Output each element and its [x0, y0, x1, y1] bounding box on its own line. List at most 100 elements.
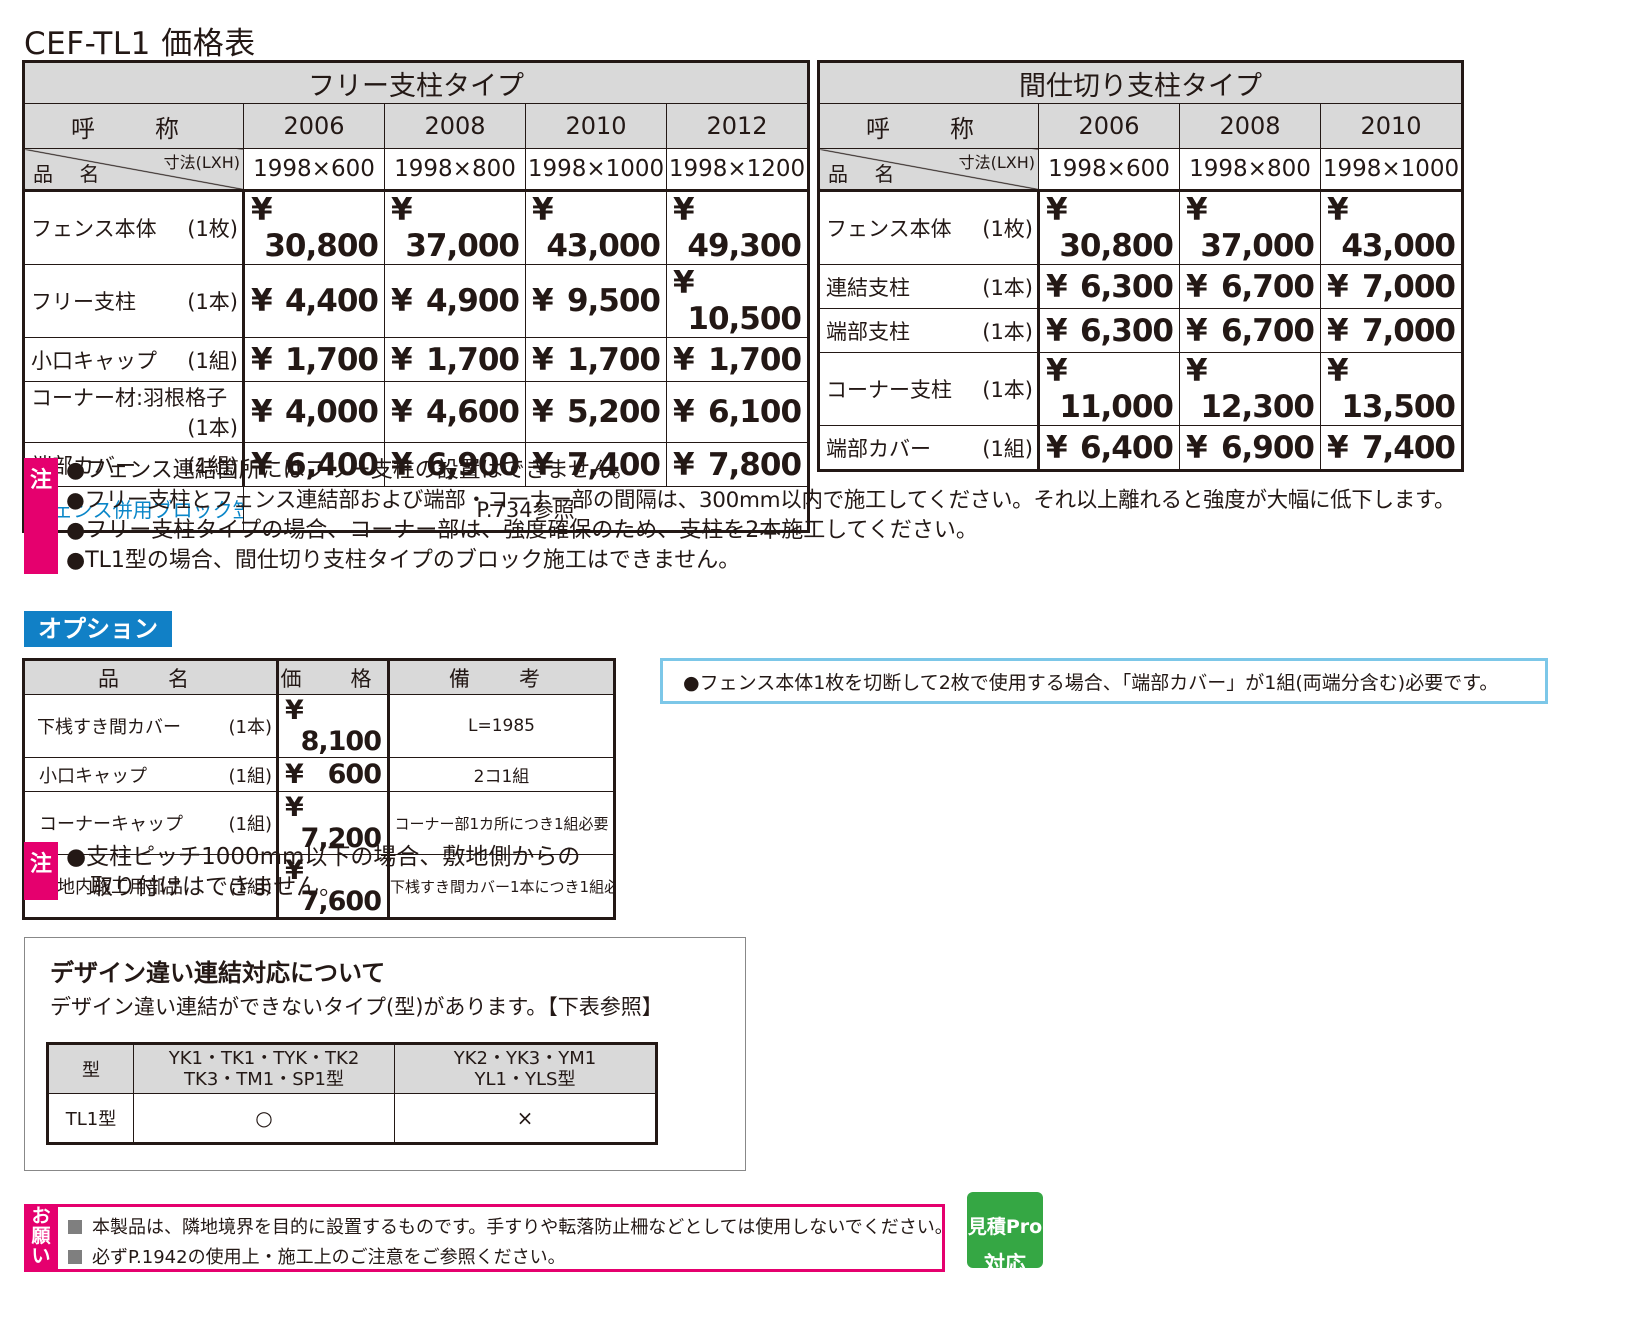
request-line: 本製品は、隣地境界を目的に設置するものです。手すりや転落防止柵などとしては使用し… — [68, 1213, 953, 1239]
option-row: 小口キャップ (1組) ¥600 2コ1組 — [23, 757, 615, 792]
price-amount: 1,700 — [425, 341, 520, 378]
option-note-tag: 注 — [24, 842, 58, 900]
yen-sign: ¥ — [391, 192, 413, 229]
compat-mark-ng: × — [394, 1093, 657, 1144]
price-cell: ¥9,500 — [525, 264, 667, 338]
note-tag-text: 注 — [29, 468, 52, 493]
option-name-cell: 小口キャップ (1組) — [23, 757, 278, 792]
price-cell: ¥1,700 — [665, 337, 810, 382]
year-header: 2012 — [665, 103, 810, 149]
dim-label: 寸法(LXH) — [958, 153, 1035, 172]
price-cell: ¥30,800 — [242, 189, 385, 265]
price-cell: ¥4,400 — [242, 264, 385, 338]
square-bullet-icon — [68, 1250, 82, 1264]
option-price: 600 — [327, 759, 382, 790]
price-amount: 4,000 — [284, 394, 379, 430]
item-qty: (1本) — [187, 416, 238, 440]
yen-sign: ¥ — [1046, 192, 1068, 229]
yen-sign: ¥ — [1046, 312, 1068, 349]
price-cell: ¥6,300 — [1037, 264, 1180, 309]
type-row-label: TL1型 — [47, 1093, 134, 1144]
option-header: 備 考 — [387, 659, 615, 695]
option-qty: (1本) — [228, 717, 273, 738]
price-amount: 9,500 — [566, 283, 661, 319]
year-header: 2008 — [384, 103, 526, 149]
dim-label: 寸法(LXH) — [163, 153, 240, 172]
item-qty: (1本) — [982, 319, 1033, 344]
item-name: 端部支柱 — [826, 319, 910, 344]
dim-value: 1998×1000 — [1320, 148, 1463, 191]
yen-sign: ¥ — [532, 192, 554, 229]
price-amount: 12,300 — [1200, 389, 1315, 425]
price-cell: ¥6,700 — [1179, 264, 1321, 309]
item-name-label: 品 名 — [33, 162, 110, 186]
yen-sign: ¥ — [673, 341, 695, 378]
item-name-cell: フェンス本体 (1枚) — [818, 189, 1039, 265]
price-amount: 7,000 — [1361, 312, 1456, 349]
year-header: 2008 — [1179, 103, 1321, 149]
price-amount: 4,600 — [425, 394, 520, 430]
dim-value: 1998×800 — [384, 148, 526, 191]
option-remark: L=1985 — [387, 694, 615, 758]
price-amount: 6,700 — [1220, 312, 1315, 349]
option-row: 下桟すき間カバー (1本) ¥8,100 L=1985 — [23, 694, 615, 758]
price-cell: ¥11,000 — [1037, 352, 1180, 426]
yen-sign: ¥ — [1046, 353, 1068, 390]
price-cell: ¥12,300 — [1179, 352, 1321, 426]
request-line: 必ずP.1942の使用上・施工上のご注意をご参照ください。 — [68, 1243, 953, 1269]
item-qty: (1本) — [982, 275, 1033, 300]
table-row: 端部支柱 (1本) ¥6,300 ¥6,700 ¥7,000 — [818, 308, 1463, 353]
price-amount: 5,200 — [566, 394, 661, 430]
price-amount: 6,300 — [1079, 312, 1174, 349]
yen-sign: ¥ — [1327, 192, 1349, 229]
price-amount: 6,700 — [1220, 268, 1315, 305]
item-name-cell: フェンス本体 (1枚) — [23, 189, 244, 265]
price-cell: ¥43,000 — [525, 189, 667, 265]
option-name: 小口キャップ — [39, 765, 147, 787]
item-name: フェンス本体 — [31, 217, 157, 241]
price-amount: 11,000 — [1059, 389, 1174, 425]
yen-sign: ¥ — [532, 283, 554, 319]
option-side-note: ●フェンス本体1枚を切断して2枚で使用する場合、「端部カバー」が1組(両端分含む… — [660, 658, 1548, 704]
request-tag-char: お — [31, 1205, 51, 1227]
yen-sign: ¥ — [673, 394, 695, 430]
yen-sign: ¥ — [391, 283, 413, 319]
item-name: コーナー材:羽根格子 — [31, 386, 228, 410]
compat-group-1-line: YK1・TK1・TYK・TK2 — [168, 1048, 360, 1069]
item-name-cell: 連結支柱 (1本) — [818, 264, 1039, 309]
yen-sign: ¥ — [532, 394, 554, 430]
item-name: コーナー支柱 — [826, 378, 952, 402]
option-note-line: ●支柱ピッチ1000mm以下の場合、敷地側からの — [66, 844, 581, 870]
option-remark: 2コ1組 — [387, 757, 615, 792]
page-title: CEF-TL1 価格表 — [24, 26, 256, 62]
item-name-cell: 端部支柱 (1本) — [818, 308, 1039, 353]
price-amount: 4,900 — [425, 283, 520, 319]
compat-group-1: YK1・TK1・TYK・TK2 TK3・TM1・SP1型 — [133, 1043, 395, 1094]
dim-value: 1998×600 — [1038, 148, 1180, 191]
dim-value: 1998×1200 — [665, 148, 810, 191]
yen-sign: ¥ — [1327, 353, 1349, 390]
estimate-pro-badge: 見積Pro 対応 — [967, 1192, 1043, 1276]
item-qty: (1組) — [187, 348, 238, 373]
compat-group-2-line: YL1・YLS型 — [474, 1069, 576, 1090]
yen-sign: ¥ — [532, 341, 554, 378]
section-title: 間仕切り支柱タイプ — [818, 61, 1463, 104]
yen-sign: ¥ — [391, 394, 413, 430]
option-label: オプション — [24, 611, 172, 647]
option-name-cell: 下桟すき間カバー (1本) — [23, 694, 278, 758]
price-cell: ¥7,000 — [1320, 308, 1463, 353]
item-name-cell: コーナー支柱 (1本) — [818, 352, 1039, 426]
option-qty: (1組) — [228, 765, 273, 787]
table-row: 小口キャップ (1組) ¥1,700 ¥1,700 ¥1,700 ¥1,700 — [23, 337, 810, 382]
item-qty: (1本) — [982, 378, 1033, 402]
table-row: フェンス本体 (1枚) ¥30,800 ¥37,000 ¥43,000 ¥49,300 — [23, 189, 810, 265]
notes-list: ●フェンス連結箇所にはフリー支柱の設置はできません。 ●フリー支柱とフェンス連結… — [66, 456, 1456, 576]
item-dim-header: 品 名 寸法(LXH) — [23, 148, 244, 191]
price-cell: ¥13,500 — [1320, 352, 1463, 426]
badge-line: 見積Pro — [967, 1216, 1043, 1238]
option-qty: (1組) — [228, 814, 273, 835]
price-amount: 30,800 — [1059, 228, 1174, 264]
note-tag-text: 注 — [29, 852, 52, 877]
price-amount: 43,000 — [546, 228, 661, 264]
design-subtitle: デザイン違い連結ができないタイプ(型)があります。【下表参照】 — [50, 995, 663, 1019]
